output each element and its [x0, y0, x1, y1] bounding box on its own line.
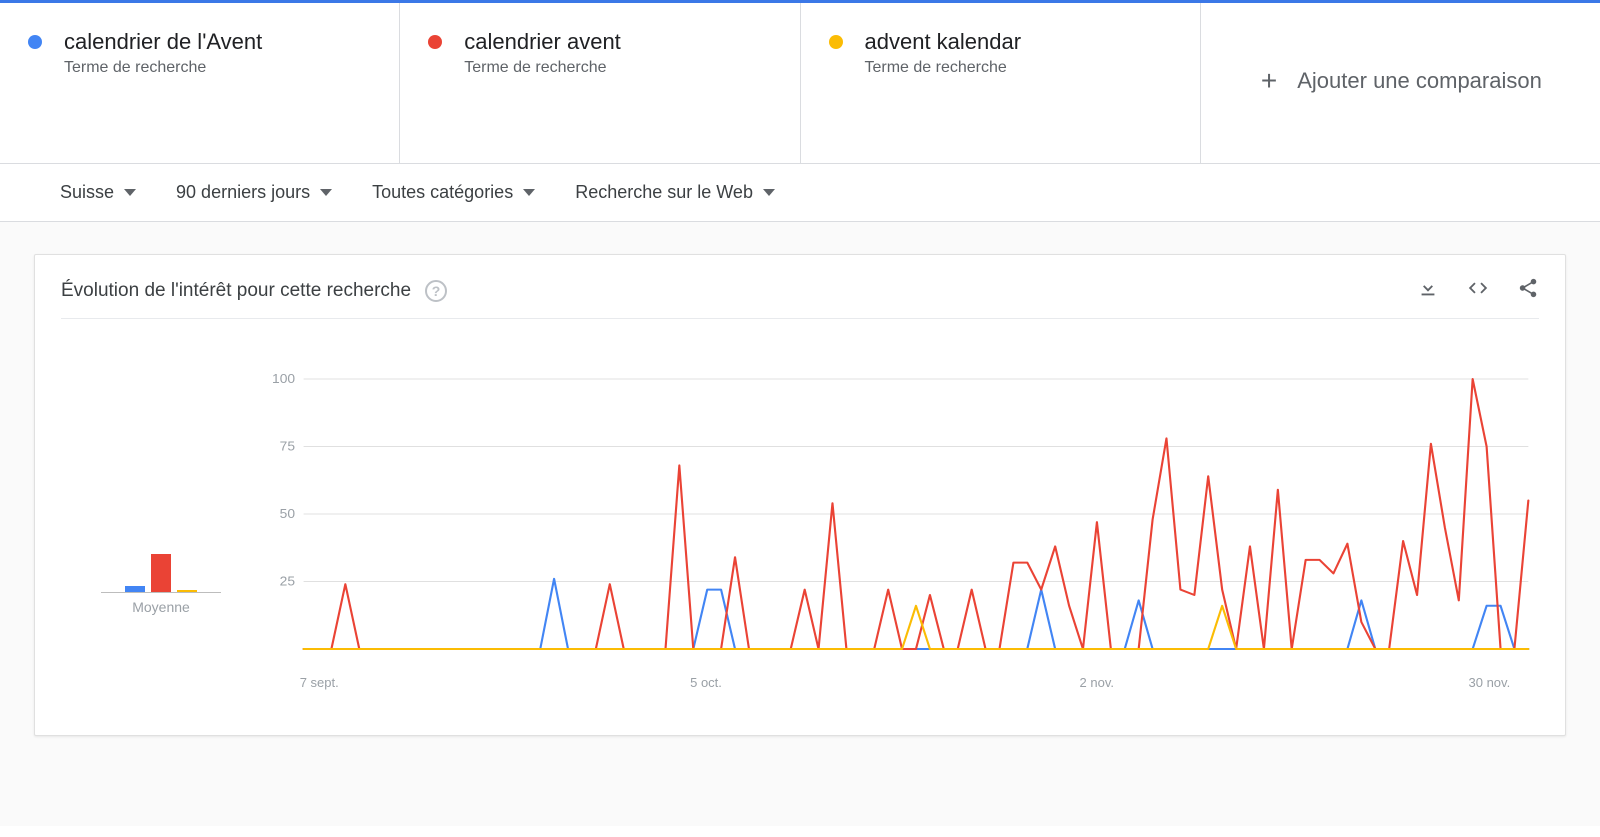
svg-text:50: 50 — [280, 506, 295, 521]
embed-icon[interactable] — [1467, 277, 1489, 304]
term-label: advent kalendar — [865, 29, 1022, 55]
plus-icon: + — [1261, 65, 1277, 97]
compare-term-2[interactable]: calendrier avent Terme de recherche — [400, 3, 800, 163]
interest-over-time-card: Évolution de l'intérêt pour cette recher… — [34, 254, 1566, 736]
help-icon[interactable]: ? — [425, 280, 447, 302]
term-subtype: Terme de recherche — [64, 59, 262, 77]
chevron-down-icon — [523, 189, 535, 196]
x-tick-label: 2 nov. — [1080, 675, 1114, 690]
averages-label: Moyenne — [132, 599, 190, 615]
term-subtype: Terme de recherche — [865, 59, 1022, 77]
compare-terms-row: calendrier de l'Avent Terme de recherche… — [0, 3, 1600, 164]
filter-range-label: 90 derniers jours — [176, 182, 310, 203]
chevron-down-icon — [320, 189, 332, 196]
share-icon[interactable] — [1517, 277, 1539, 304]
filter-search-type[interactable]: Recherche sur le Web — [575, 182, 775, 203]
add-comparison-button[interactable]: + Ajouter une comparaison — [1201, 3, 1600, 163]
compare-term-3[interactable]: advent kalendar Terme de recherche — [801, 3, 1201, 163]
chevron-down-icon — [763, 189, 775, 196]
compare-term-1[interactable]: calendrier de l'Avent Terme de recherche — [0, 3, 400, 163]
term-subtype: Terme de recherche — [464, 59, 621, 77]
color-dot-1 — [28, 35, 42, 49]
term-label: calendrier de l'Avent — [64, 29, 262, 55]
color-dot-2 — [428, 35, 442, 49]
svg-text:25: 25 — [280, 574, 295, 589]
x-tick-label: 7 sept. — [300, 675, 339, 690]
avg-bar — [177, 590, 197, 592]
chart-title: Évolution de l'intérêt pour cette recher… — [61, 280, 411, 302]
chevron-down-icon — [124, 189, 136, 196]
download-icon[interactable] — [1417, 277, 1439, 304]
color-dot-3 — [829, 35, 843, 49]
filter-bar: Suisse 90 derniers jours Toutes catégori… — [0, 164, 1600, 222]
add-comparison-label: Ajouter une comparaison — [1297, 68, 1542, 94]
averages-block: Moyenne — [61, 369, 261, 693]
filter-range[interactable]: 90 derniers jours — [176, 182, 332, 203]
line-chart: 25 50 75 100 7 sept. 5 oct. 2 nov. 30 nov. — [261, 369, 1539, 693]
filter-geo-label: Suisse — [60, 182, 114, 203]
filter-category[interactable]: Toutes catégories — [372, 182, 535, 203]
filter-geo[interactable]: Suisse — [60, 182, 136, 203]
filter-category-label: Toutes catégories — [372, 182, 513, 203]
term-label: calendrier avent — [464, 29, 621, 55]
filter-search-type-label: Recherche sur le Web — [575, 182, 753, 203]
avg-bar — [151, 554, 171, 592]
x-tick-label: 30 nov. — [1469, 675, 1511, 690]
x-tick-label: 5 oct. — [690, 675, 722, 690]
svg-text:75: 75 — [280, 439, 295, 454]
avg-bar — [125, 586, 145, 592]
svg-text:100: 100 — [272, 371, 295, 386]
